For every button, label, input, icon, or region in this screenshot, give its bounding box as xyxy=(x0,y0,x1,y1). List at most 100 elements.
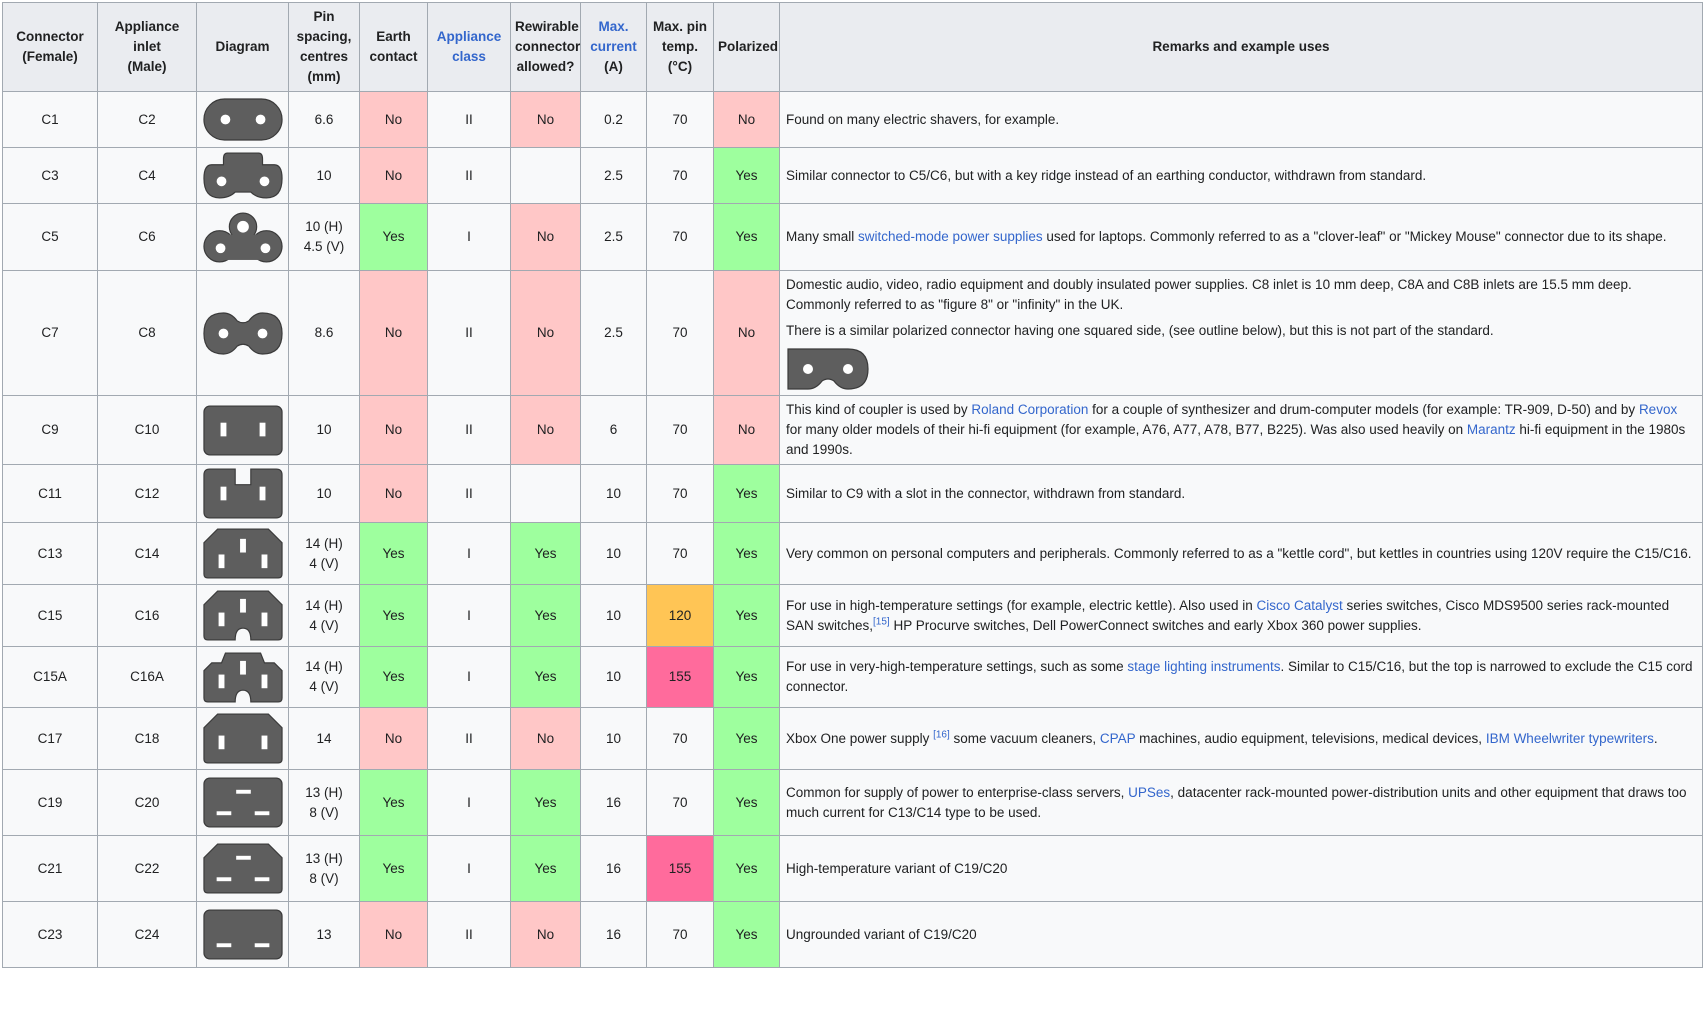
earth-contact-cell: Yes xyxy=(359,646,428,708)
pin-spacing-cell: 10 xyxy=(288,464,360,523)
earth-contact-cell: No xyxy=(359,91,428,148)
appliance-inlet-male-cell: C8 xyxy=(97,270,197,396)
remark-link[interactable]: Roland Corporation xyxy=(971,402,1088,417)
remark-link[interactable]: UPSes xyxy=(1128,785,1170,800)
connector-female-cell: C9 xyxy=(2,395,98,465)
c21-connector-icon[interactable] xyxy=(200,842,285,895)
shaver-connector-icon[interactable] xyxy=(200,93,285,146)
header-appliance-inlet-male[interactable]: Appliance inlet (Male) xyxy=(97,2,197,92)
connector-female-cell: C15A xyxy=(2,646,98,708)
max-pin-temp-cell: 70 xyxy=(646,147,714,204)
rewirable-cell: No xyxy=(510,901,581,968)
current-link[interactable]: current xyxy=(590,39,637,54)
header-appliance-class-link[interactable]: Appliance class xyxy=(427,2,511,92)
pin-spacing-value: 10 (H) xyxy=(305,219,343,234)
appliance-class-cell: I xyxy=(427,584,511,647)
pin-spacing-cell: 13 (H) 8 (V) xyxy=(288,835,360,902)
pin-spacing-value: 8.6 xyxy=(314,325,334,340)
pin-spacing-cell: 14 (H) 4 (V) xyxy=(288,522,360,585)
table-row: C15A C16A 14 (H) 4 (V) Yes I Yes 10 155 Yes For us… xyxy=(2,646,1703,708)
polarized-cell: Yes xyxy=(713,584,780,647)
c19-connector-icon[interactable] xyxy=(200,776,285,829)
citation-link[interactable]: [15] xyxy=(873,616,890,627)
squared-figure-8-outline-icon[interactable] xyxy=(786,347,1696,391)
header-connector-female[interactable]: Connector (Female) xyxy=(2,2,98,92)
remarks-cell: Similar connector to C5/C6, but with a k… xyxy=(779,147,1703,204)
pin-spacing-value: 10 xyxy=(316,167,332,183)
citation-link[interactable]: [16] xyxy=(933,729,950,740)
remark-link[interactable]: CPAP xyxy=(1100,731,1136,746)
remark-text: . xyxy=(1653,730,1658,746)
ungrounded-kettle-connector-icon[interactable] xyxy=(200,712,285,765)
remark-text: Ungrounded variant of C19/C20 xyxy=(786,926,977,942)
connector-female-cell: C1 xyxy=(2,91,98,148)
table-row: C13 C14 14 (H) 4 (V) Yes I Yes 10 70 Yes Very comm… xyxy=(2,522,1703,585)
remark-link[interactable]: stage lighting instruments xyxy=(1127,659,1280,674)
remarks-cell: Similar to C9 with a slot in the connect… xyxy=(779,464,1703,523)
remarks-cell: Very common on personal computers and pe… xyxy=(779,522,1703,585)
max-current-cell: 10 xyxy=(580,464,647,523)
header-earth-contact[interactable]: Earth contact xyxy=(359,2,428,92)
connector-female-cell: C21 xyxy=(2,835,98,902)
pin-spacing-cell: 8.6 xyxy=(288,270,360,396)
remark-link[interactable]: Marantz xyxy=(1467,422,1516,437)
rewirable-cell: Yes xyxy=(510,769,581,836)
remarks-cell: For use in very-high-temperature setting… xyxy=(779,646,1703,708)
earth-contact-cell: Yes xyxy=(359,584,428,647)
polarized-cell: No xyxy=(713,91,780,148)
header-max-pin-temp[interactable]: Max. pin temp. (°C) xyxy=(646,2,714,92)
header-polarized[interactable]: Polarized xyxy=(713,2,780,92)
polarized-cell: Yes xyxy=(713,707,780,770)
appliance-class-cell: I xyxy=(427,769,511,836)
figure-8-connector-icon[interactable] xyxy=(200,307,285,360)
table-row: C9 C10 10 No II No 6 70 No This kind of coupler i… xyxy=(2,395,1703,465)
clover-leaf-connector-icon[interactable] xyxy=(200,211,285,264)
remark-text: Many small xyxy=(786,229,859,244)
remark-link[interactable]: switched-mode power supplies xyxy=(858,229,1043,244)
earth-contact-cell: Yes xyxy=(359,522,428,585)
remark-link[interactable]: IBM Wheelwriter typewriters xyxy=(1486,731,1654,746)
appliance-class-cell: I xyxy=(427,646,511,708)
remarks-cell: Many small switched-mode power supplies … xyxy=(779,203,1703,271)
polarized-cell: Yes xyxy=(713,769,780,836)
appliance-class-cell: I xyxy=(427,835,511,902)
appliance-class-cell: II xyxy=(427,395,511,465)
polarized-cell: Yes xyxy=(713,203,780,271)
rewirable-cell: Yes xyxy=(510,835,581,902)
pin-spacing-value: 4 (V) xyxy=(309,555,339,571)
remarks-cell: Found on many electric shavers, for exam… xyxy=(779,91,1703,148)
header-remarks[interactable]: Remarks and example uses xyxy=(779,2,1703,92)
pin-spacing-value: 14 xyxy=(316,730,332,746)
appliance-class-cell: I xyxy=(427,203,511,271)
rewirable-cell: No xyxy=(510,270,581,396)
kettle-cord-connector-icon[interactable] xyxy=(200,527,285,580)
header-diagram[interactable]: Diagram xyxy=(196,2,289,92)
appliance-inlet-male-cell: C24 xyxy=(97,901,197,968)
max-current-link[interactable]: Max. xyxy=(598,19,628,34)
pin-spacing-cell: 10 xyxy=(288,147,360,204)
very-high-temp-connector-icon[interactable] xyxy=(200,651,285,704)
pin-spacing-value: 6.6 xyxy=(314,111,334,127)
rewirable-cell xyxy=(510,464,581,523)
rectangular-two-pin-connector-icon[interactable] xyxy=(200,404,285,457)
header-pin-spacing[interactable]: Pin spacing, centres (mm) xyxy=(288,2,360,92)
connector-female-cell: C13 xyxy=(2,522,98,585)
earth-contact-cell: No xyxy=(359,707,428,770)
remark-link[interactable]: Revox xyxy=(1639,402,1677,417)
connector-female-cell: C5 xyxy=(2,203,98,271)
slotted-two-pin-connector-icon[interactable] xyxy=(200,467,285,520)
c23-connector-icon[interactable] xyxy=(200,908,285,961)
max-current-cell: 16 xyxy=(580,835,647,902)
remark-text: Similar connector to C5/C6, but with a k… xyxy=(786,167,1427,183)
remark-link[interactable]: Cisco Catalyst xyxy=(1256,598,1342,613)
header-max-current[interactable]: Max. current (A) xyxy=(580,2,647,92)
remark-text: Xbox One power supply xyxy=(786,730,934,746)
remarks-cell: For use in high-temperature settings (fo… xyxy=(779,584,1703,647)
max-current-cell: 2.5 xyxy=(580,203,647,271)
appliance-class-cell: II xyxy=(427,464,511,523)
remark-text: For use in high-temperature settings (fo… xyxy=(786,597,1257,613)
high-temp-connector-icon[interactable] xyxy=(200,589,285,642)
table-row: C11 C12 10 No II 10 70 Yes Similar to C9 with a … xyxy=(2,464,1703,523)
header-rewirable[interactable]: Rewirable connector allowed? xyxy=(510,2,581,92)
keyed-two-pin-connector-icon[interactable] xyxy=(200,149,285,202)
